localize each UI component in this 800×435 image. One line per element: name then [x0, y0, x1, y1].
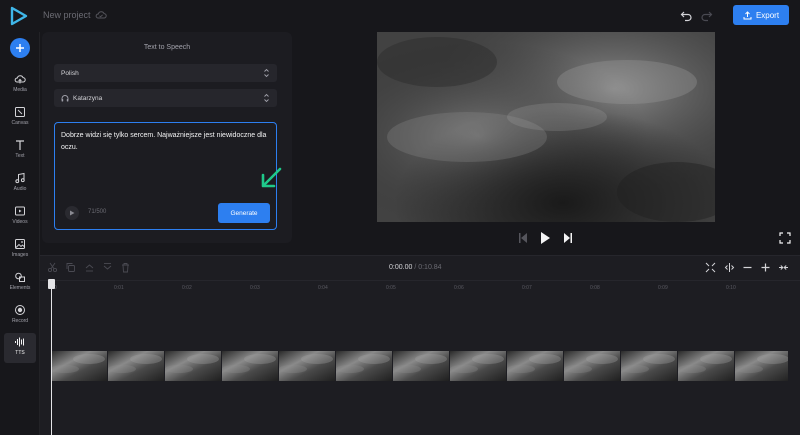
voice-select[interactable]: Katarzyna [54, 89, 277, 107]
play-icon[interactable] [539, 231, 551, 245]
export-button[interactable]: Export [733, 5, 789, 25]
sidebar-item-label: Videos [12, 219, 28, 225]
sidebar-item-label: Record [11, 318, 29, 324]
cloud-upload-icon [14, 75, 26, 84]
generate-button[interactable]: Generate [218, 203, 270, 223]
ruler-tick: 0:08 [590, 285, 600, 291]
language-select[interactable]: Polish [54, 64, 277, 82]
undo-icon[interactable] [680, 9, 693, 22]
timeline-toolbar: 0:00.00 / 0:10.84 [40, 256, 800, 280]
chevron-updown-icon [264, 93, 269, 103]
playhead[interactable] [51, 279, 52, 435]
sidebar-item-canvas[interactable]: Canvas [4, 103, 36, 131]
headphones-icon [61, 95, 69, 102]
scissors-icon[interactable] [47, 262, 58, 273]
voice-value: Katarzyna [73, 94, 103, 102]
skip-forward-icon[interactable] [563, 231, 573, 245]
sidebar-item-label: TTS [15, 350, 25, 356]
play-icon [70, 210, 75, 216]
preview-play-button[interactable] [65, 206, 79, 220]
image-icon [15, 239, 25, 249]
tts-panel: Text to Speech Polish Katarzyna Dobrze w… [42, 32, 292, 243]
top-bar: New project Export [0, 0, 800, 32]
sidebar-item-label: Images [11, 252, 29, 258]
sidebar-item-record[interactable]: Record [4, 301, 36, 329]
chevron-updown-icon [264, 68, 269, 78]
video-editor: New project Export Media Canvas Text Aud… [0, 0, 800, 435]
tts-text-input[interactable]: Dobrze widzi się tylko sercem. Najważnie… [54, 122, 277, 230]
video-icon [15, 206, 25, 216]
shapes-icon [15, 272, 25, 282]
sidebar-item-media[interactable]: Media [4, 70, 36, 98]
canvas-icon [15, 107, 25, 117]
split-view-icon[interactable] [724, 262, 735, 273]
character-count: 71/500 [88, 209, 107, 215]
storm-clouds-image [377, 32, 715, 222]
fit-timeline-icon[interactable] [705, 262, 716, 273]
total-time: 0:10.84 [418, 264, 442, 271]
language-value: Polish [61, 69, 79, 77]
sidebar-item-text[interactable]: Text [4, 136, 36, 164]
add-media-button[interactable] [10, 38, 30, 58]
sidebar-item-elements[interactable]: Elements [4, 268, 36, 296]
timeline-ruler[interactable]: 0 0:01 0:02 0:03 0:04 0:05 0:06 0:07 0:0… [40, 280, 800, 294]
ruler-tick: 0:05 [386, 285, 396, 291]
ruler-tick: 0:02 [182, 285, 192, 291]
text-icon [16, 140, 24, 150]
redo-icon[interactable] [700, 9, 713, 22]
tts-text-value[interactable]: Dobrze widzi się tylko sercem. Najważnie… [61, 130, 271, 154]
timeline: 0:00.00 / 0:10.84 0 0:01 0:02 0:03 0:04 … [40, 255, 800, 435]
ruler-tick: 0:07 [522, 285, 532, 291]
audio-wave-icon [15, 337, 24, 347]
export-label: Export [755, 10, 780, 20]
timecode: 0:00.00 / 0:10.84 [389, 264, 442, 271]
sidebar-item-videos[interactable]: Videos [4, 202, 36, 230]
plus-icon [16, 44, 24, 52]
sidebar-item-label: Text [15, 153, 25, 159]
send-backward-icon[interactable] [102, 262, 113, 273]
music-note-icon [15, 172, 25, 184]
playhead-handle[interactable] [48, 279, 55, 289]
ruler-tick: 0:06 [454, 285, 464, 291]
duplicate-icon[interactable] [65, 262, 76, 273]
upload-icon [743, 10, 752, 19]
record-icon [15, 305, 25, 315]
ruler-tick: 0:10 [726, 285, 736, 291]
ruler-tick: 0:03 [250, 285, 260, 291]
sidebar-item-label: Audio [13, 186, 27, 192]
cloud-saved-icon [95, 11, 107, 19]
sidebar-item-label: Elements [9, 285, 31, 291]
ruler-tick: 0:01 [114, 285, 124, 291]
video-clip-track[interactable] [51, 351, 788, 381]
left-toolbar: Media Canvas Text Audio Videos Images El… [0, 32, 40, 435]
bring-forward-icon[interactable] [84, 262, 95, 273]
panel-title: Text to Speech [143, 44, 191, 51]
ruler-tick: 0:09 [658, 285, 668, 291]
ruler-tick: 0:04 [318, 285, 328, 291]
sidebar-item-tts[interactable]: TTS [4, 333, 36, 363]
zoom-out-icon[interactable] [742, 262, 753, 273]
sidebar-item-images[interactable]: Images [4, 235, 36, 263]
pointer-arrow-icon [261, 167, 282, 188]
project-name[interactable]: New project [43, 10, 91, 20]
zoom-in-icon[interactable] [760, 262, 771, 273]
time-separator: / [414, 264, 417, 271]
current-time: 0:00.00 [389, 264, 413, 271]
sidebar-item-label: Media [13, 87, 27, 93]
skip-back-icon[interactable] [518, 231, 528, 245]
trash-icon[interactable] [120, 262, 131, 273]
logo-icon[interactable] [10, 6, 28, 26]
fullscreen-icon[interactable] [779, 232, 791, 244]
video-preview[interactable] [377, 32, 715, 222]
sidebar-item-audio[interactable]: Audio [4, 169, 36, 197]
collapse-timeline-icon[interactable] [778, 262, 789, 273]
sidebar-item-label: Canvas [11, 120, 29, 126]
